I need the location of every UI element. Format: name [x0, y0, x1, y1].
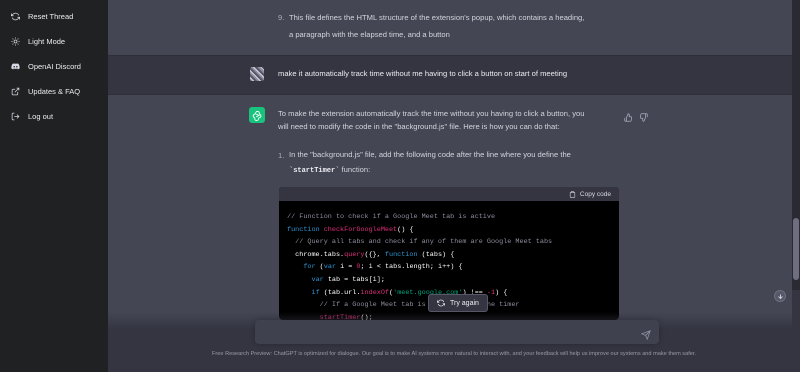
list-item-text: This file defines the HTML structure of … [289, 11, 689, 41]
code-token: (tab.url. [319, 288, 361, 297]
code-token: chrome.tabs. [287, 250, 345, 259]
code-token: function [384, 250, 418, 259]
code-token: ({}, [364, 250, 385, 259]
code-token: query [344, 250, 365, 259]
discord-icon [10, 61, 20, 71]
code-line: // Query all tabs and check if any of th… [287, 236, 611, 249]
scroll-to-bottom-button[interactable] [774, 290, 786, 302]
sidebar-item-label: OpenAI Discord [28, 61, 81, 71]
user-message: make it automatically track time without… [108, 55, 792, 95]
user-message-text: make it automatically track time without… [278, 69, 568, 78]
sidebar-item-openai-discord[interactable]: OpenAI Discord [0, 55, 108, 77]
copy-code-button[interactable]: Copy code [569, 191, 611, 198]
ai-intro-line: To make the extension automatically trac… [278, 109, 585, 118]
code-line: chrome.tabs.query({}, function (tabs) { [287, 249, 611, 262]
list-item-line: a paragraph with the elapsed time, and a… [289, 30, 450, 39]
code-token: function [287, 225, 324, 234]
code-line: function checkForGoogleMeet() { [287, 224, 611, 237]
sidebar-item-light-mode[interactable]: Light Mode [0, 30, 108, 52]
sidebar-item-label: Reset Thread [28, 11, 74, 21]
sidebar-item-label: Log out [28, 111, 54, 121]
code-token: if [311, 288, 320, 297]
copy-code-label: Copy code [579, 190, 611, 198]
step-text: In the "background.js" file, add the fol… [289, 148, 629, 178]
code-token: tab = tabs[i]; [323, 275, 385, 284]
step-line-suffix: function: [339, 165, 371, 174]
footer-disclaimer: Free Research Preview: ChatGPT is optimi… [212, 351, 696, 357]
code-token: ( [315, 263, 324, 272]
sidebar-item-label: Light Mode [28, 36, 66, 46]
chatgpt-logo-icon [249, 107, 265, 123]
step-line: In the "background.js" file, add the fol… [289, 150, 571, 159]
try-again-button[interactable]: Try again [428, 294, 488, 312]
code-line: // Function to check if a Google Meet ta… [287, 211, 611, 224]
code-line: for (var i = 0; i < tabs.length; i++) { [287, 261, 611, 274]
logout-icon [10, 111, 20, 121]
arrow-down-icon [777, 293, 784, 300]
thumbs-down-icon[interactable] [639, 109, 648, 122]
message-input[interactable] [263, 324, 633, 340]
code-token: indexOf [360, 288, 390, 297]
message-composer [255, 320, 659, 344]
list-number: 1. [278, 151, 285, 160]
sidebar-item-label: Updates & FAQ [28, 86, 81, 96]
code-token: ) { [495, 288, 508, 297]
sidebar: Reset Thread Light Mode OpenAI Discord U… [0, 0, 108, 372]
code-token: i = [336, 263, 357, 272]
try-again-label: Try again [450, 299, 479, 307]
sidebar-item-updates-faq[interactable]: Updates & FAQ [0, 80, 108, 102]
code-token: ; i < tabs.length; i++) { [360, 263, 463, 272]
code-token: var [323, 263, 336, 272]
sidebar-item-log-out[interactable]: Log out [0, 105, 108, 127]
ai-intro-line: will need to modify the code in the "bac… [278, 122, 560, 131]
code-token: // Query all tabs and check if any of th… [287, 238, 553, 247]
conversation-area: 9. This file defines the HTML structure … [108, 0, 800, 372]
sun-icon [10, 36, 20, 46]
scrollbar[interactable] [792, 0, 800, 290]
code-token: // Function to check if a Google Meet ta… [287, 213, 496, 221]
refresh-icon [437, 299, 445, 307]
code-token: () { [397, 225, 414, 234]
inline-code: `startTimer` [289, 167, 340, 175]
code-block-header: Copy code [279, 187, 619, 201]
code-line: var tab = tabs[i]; [287, 274, 611, 287]
code-token: var [311, 275, 324, 284]
code-token: for [303, 263, 316, 272]
clipboard-icon [569, 190, 576, 198]
external-link-icon [10, 86, 20, 96]
code-token: (tabs) { [417, 250, 455, 259]
refresh-icon [10, 11, 20, 21]
send-icon [641, 330, 651, 340]
scrollbar-thumb[interactable] [793, 218, 799, 280]
send-button[interactable] [641, 327, 651, 340]
avatar [250, 67, 264, 81]
ai-message-previous: 9. This file defines the HTML structure … [108, 0, 792, 55]
code-token: -1 [486, 288, 496, 297]
list-item-line: This file defines the HTML structure of … [289, 13, 585, 22]
step-line: `startTimer` function: [289, 163, 629, 178]
sidebar-item-reset-thread[interactable]: Reset Thread [0, 5, 108, 27]
list-number: 9. [278, 13, 285, 22]
ai-intro-text: To make the extension automatically trac… [278, 107, 638, 133]
code-token: checkForGoogleMeet [323, 225, 398, 234]
